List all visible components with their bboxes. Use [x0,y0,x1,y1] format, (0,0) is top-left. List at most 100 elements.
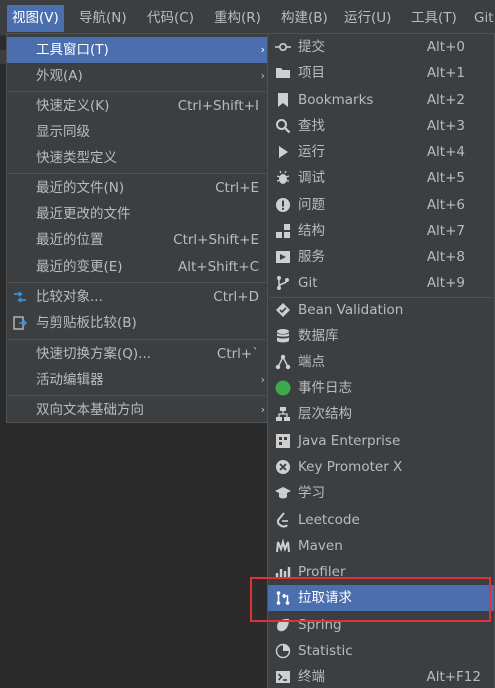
view-menu-item-compare-clipboard[interactable]: 与剪贴板比较(B) [7,310,270,336]
menu-item-label: 最近的文件(N) [36,180,125,196]
menu-item-label: 问题 [298,197,325,213]
tool-window-commit[interactable]: 提交 Alt+0 [268,34,494,60]
menu-item-label: 层次结构 [298,406,352,422]
bookmark-icon [273,87,293,113]
view-menu-item-show-siblings[interactable]: 显示同级 [7,119,270,145]
tool-window-problems[interactable]: 问题 Alt+6 [268,192,494,218]
view-menu-item-active-editor[interactable]: 活动编辑器 › [7,367,270,393]
menu-item-label: Leetcode [298,512,360,528]
submenu-arrow-icon: › [260,69,265,82]
menu-item-shortcut: Alt+7 [426,223,465,239]
menu-item-shortcut: Alt+0 [426,39,465,55]
menu-item-label: 最近更改的文件 [36,206,131,222]
menu-item-label: 调试 [298,170,325,186]
menu-item-label: Maven [298,538,343,554]
menu-tools[interactable]: 工具(T) [406,5,462,32]
java-enterprise-icon [273,428,293,454]
leetcode-icon [273,507,293,533]
git-branch-icon [273,270,293,296]
folder-icon [273,60,293,86]
view-menu-item-quick-switch-scheme[interactable]: 快速切换方案(Q)... Ctrl+` [7,341,270,367]
view-menu-item-recent-locations[interactable]: 最近的位置 Ctrl+Shift+E [7,227,270,253]
view-menu-item-quick-definition[interactable]: 快速定义(K) Ctrl+Shift+I [7,93,270,119]
view-menu-item-appearance[interactable]: 外观(A) › [7,63,270,89]
endpoints-icon [273,349,293,375]
menu-git[interactable]: Git [469,5,495,32]
view-menu-item-recently-changed-files[interactable]: 最近更改的文件 [7,201,270,227]
tool-window-structure[interactable]: 结构 Alt+7 [268,218,494,244]
menu-item-label: 与剪贴板比较(B) [36,315,137,331]
menu-item-label: 快速类型定义 [36,150,117,166]
view-menu-item-quick-type-definition[interactable]: 快速类型定义 [7,145,270,171]
terminal-icon [273,664,293,688]
menu-item-shortcut: Alt+F12 [426,669,481,685]
menu-item-label: Java Enterprise [298,433,401,449]
tool-window-bean-validation[interactable]: Bean Validation [268,297,494,323]
tool-window-git[interactable]: Git Alt+9 [268,270,494,296]
bean-validation-icon [273,297,293,323]
menu-item-label: 双向文本基础方向 [36,402,144,418]
menu-item-shortcut: Alt+8 [426,249,465,265]
menu-separator [8,395,269,396]
menu-navigate[interactable]: 导航(N) [74,5,132,32]
tool-window-event-log[interactable]: 事件日志 [268,375,494,401]
view-menu-item-tool-windows[interactable]: 工具窗口(T) › [7,37,270,63]
debug-bug-icon [273,165,293,191]
menu-code[interactable]: 代码(C) [142,5,199,32]
tool-window-debug[interactable]: 调试 Alt+5 [268,165,494,191]
menu-separator [8,173,269,174]
menu-item-label: 比较对象... [36,289,103,305]
tool-window-run[interactable]: 运行 Alt+4 [268,139,494,165]
tool-window-leetcode[interactable]: Leetcode [268,507,494,533]
view-menu: 工具窗口(T) › 外观(A) › 快速定义(K) Ctrl+Shift+I 显… [6,33,271,423]
learn-icon [273,480,293,506]
menu-item-shortcut: Alt+Shift+C [177,259,259,275]
run-icon [273,139,293,165]
menu-item-shortcut: Ctrl+E [215,180,259,196]
tool-window-services[interactable]: 服务 Alt+8 [268,244,494,270]
tool-window-terminal[interactable]: 终端 Alt+F12 [268,664,494,688]
menu-item-label: 数据库 [298,328,339,344]
menu-item-label: 显示同级 [36,124,90,140]
tool-window-maven[interactable]: Maven [268,533,494,559]
menu-refactor[interactable]: 重构(R) [209,5,266,32]
menu-item-shortcut: Ctrl+D [213,289,259,305]
tool-window-database[interactable]: 数据库 [268,323,494,349]
view-menu-item-compare-with[interactable]: 比较对象... Ctrl+D [7,284,270,310]
menu-item-label: 查找 [298,118,325,134]
view-menu-item-recent-files[interactable]: 最近的文件(N) Ctrl+E [7,175,270,201]
menu-item-label: 服务 [298,249,325,265]
menu-run[interactable]: 运行(U) [339,5,396,32]
tool-window-key-promoter-x[interactable]: Key Promoter X [268,454,494,480]
search-icon [273,113,293,139]
menu-separator [8,339,269,340]
services-icon [273,244,293,270]
main-menubar: 视图(V) 导航(N) 代码(C) 重构(R) 构建(B) 运行(U) 工具(T… [0,0,495,36]
menu-item-label: 最近的位置 [36,232,104,248]
tool-window-hierarchy[interactable]: 层次结构 [268,401,494,427]
menu-separator [8,282,269,283]
tool-window-project[interactable]: 项目 Alt+1 [268,60,494,86]
database-icon [273,323,293,349]
tool-window-statistic[interactable]: Statistic [268,638,494,664]
menu-item-label: 项目 [298,65,325,81]
view-menu-item-bidi-text-direction[interactable]: 双向文本基础方向 › [7,397,270,423]
menu-item-shortcut: Alt+1 [426,65,465,81]
statistic-icon [273,638,293,664]
tool-window-find[interactable]: 查找 Alt+3 [268,113,494,139]
tool-window-learn[interactable]: 学习 [268,480,494,506]
menu-item-label: 快速切换方案(Q)... [36,346,152,362]
menu-item-shortcut: Alt+5 [426,170,465,186]
view-menu-item-recent-changes[interactable]: 最近的变更(E) Alt+Shift+C [7,254,270,280]
structure-icon [273,218,293,244]
menu-item-label: 最近的变更(E) [36,259,123,275]
tool-window-bookmarks[interactable]: Bookmarks Alt+2 [268,87,494,113]
menu-build[interactable]: 构建(B) [276,5,333,32]
menu-item-label: Bookmarks [298,92,374,108]
menu-view[interactable]: 视图(V) [7,5,64,32]
hierarchy-icon [273,401,293,427]
tool-window-endpoints[interactable]: 端点 [268,349,494,375]
tool-window-java-enterprise[interactable]: Java Enterprise [268,428,494,454]
menu-item-shortcut: Alt+3 [426,118,465,134]
menu-item-label: 运行 [298,144,325,160]
